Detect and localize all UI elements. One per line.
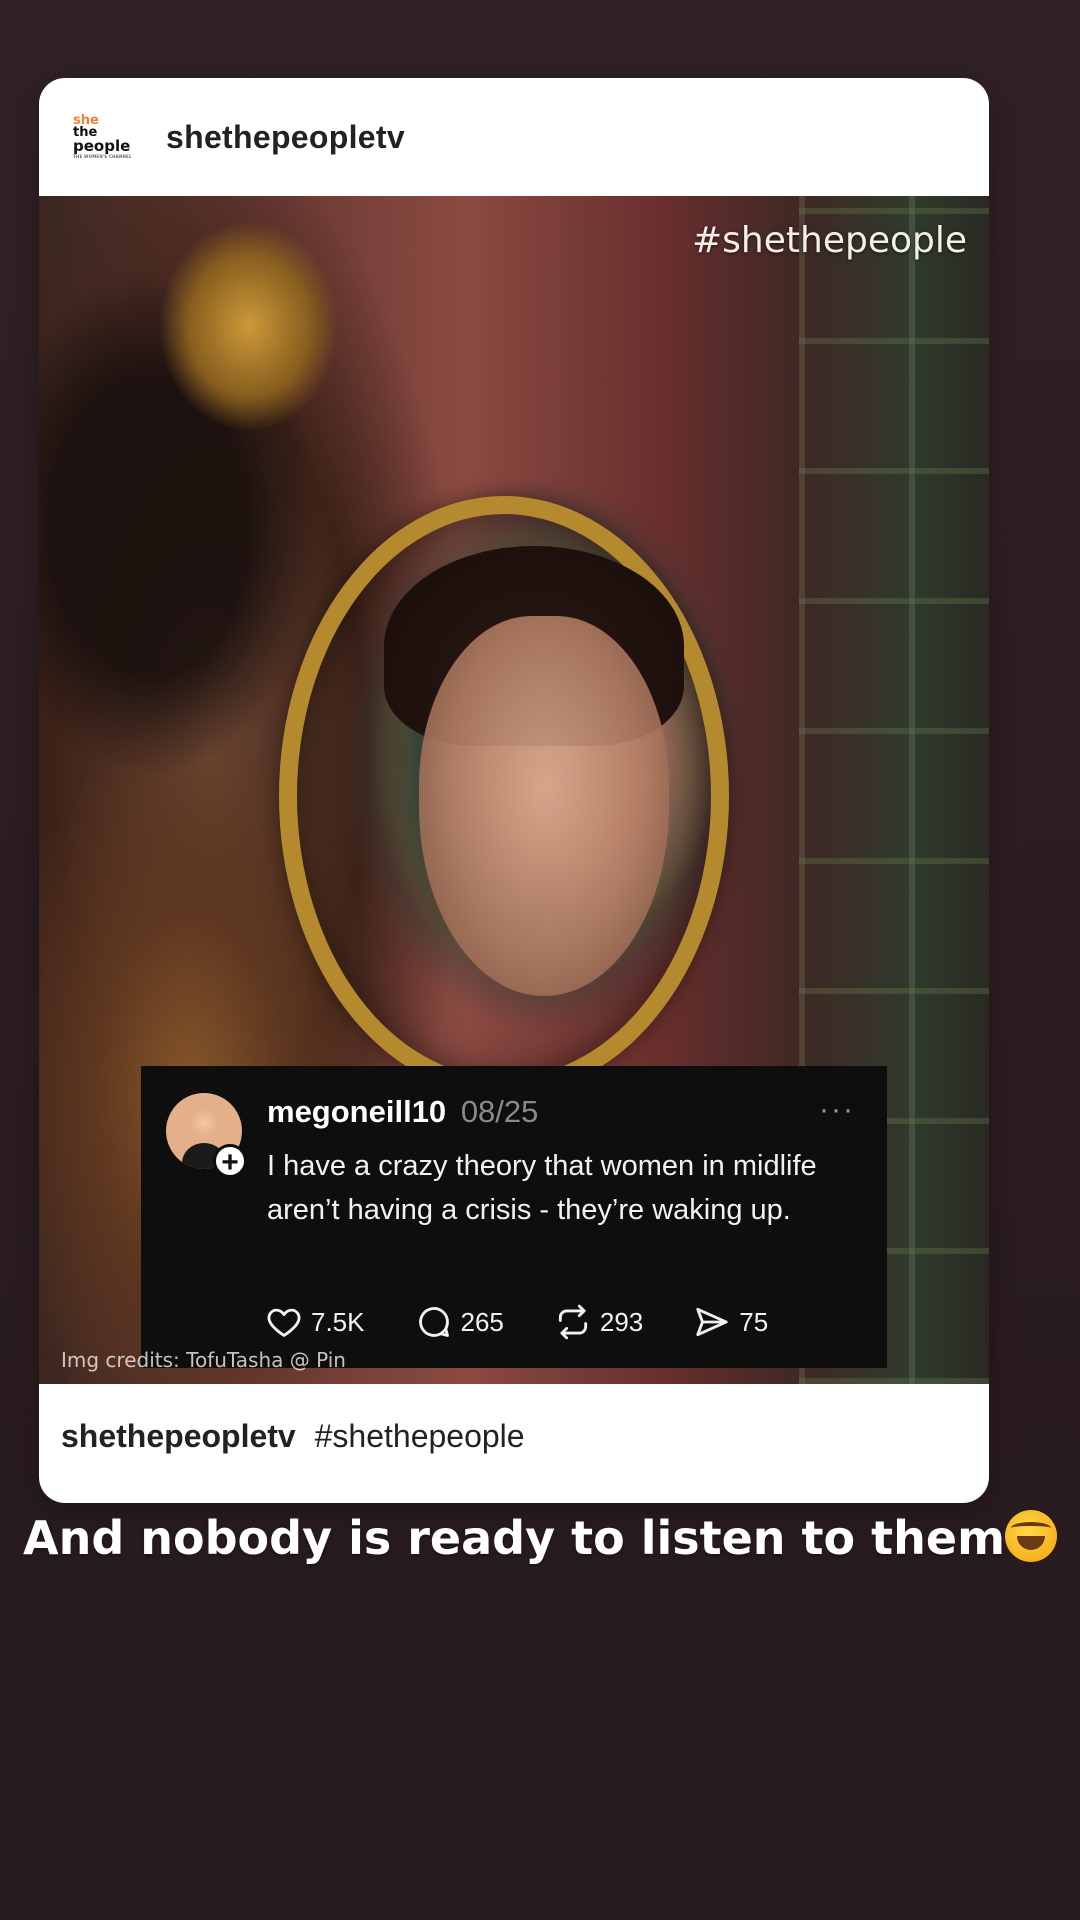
story-screen: she the people THE WOMEN'S CHANNEL sheth… <box>0 0 1080 1920</box>
image-hashtag: #shethepeople <box>692 220 967 261</box>
like-button[interactable]: 7.5K <box>265 1303 365 1341</box>
thread-date: 08/25 <box>460 1094 539 1129</box>
post-header: she the people THE WOMEN'S CHANNEL sheth… <box>39 78 989 196</box>
follow-plus-icon[interactable]: + <box>213 1144 247 1179</box>
post-author-handle[interactable]: shethepeopletv <box>166 119 405 156</box>
story-caption: And nobody is ready to listen to them <box>0 1508 1080 1568</box>
thread-username[interactable]: megoneill10 <box>267 1094 446 1129</box>
logo-line-people: people <box>73 137 131 156</box>
like-count: 7.5K <box>311 1306 365 1337</box>
repost-icon <box>558 1304 587 1340</box>
mirror-reflection-face <box>419 616 669 996</box>
heart-icon <box>267 1308 301 1337</box>
story-caption-text: And nobody is ready to listen to them <box>22 1511 1006 1565</box>
thread-text: I have a crazy theory that women in midl… <box>267 1150 817 1226</box>
repost-button[interactable]: 293 <box>554 1303 643 1341</box>
laughing-emoji-icon <box>1005 1510 1058 1562</box>
caption-handle[interactable]: shethepeopletv <box>61 1418 296 1454</box>
comment-bubble-icon <box>418 1307 449 1337</box>
comment-count: 265 <box>460 1306 504 1337</box>
share-count: 75 <box>739 1306 769 1337</box>
shared-post-card[interactable]: she the people THE WOMEN'S CHANNEL sheth… <box>39 78 989 1503</box>
thread-actions: 7.5K 265 293 75 <box>265 1303 818 1341</box>
send-icon <box>696 1307 728 1337</box>
repost-count: 293 <box>599 1306 644 1337</box>
post-caption: shethepeopletv #shethepeople <box>61 1418 525 1455</box>
embedded-thread-post: + megoneill10 08/25 ··· I have a crazy t… <box>141 1066 887 1368</box>
comment-button[interactable]: 265 <box>415 1303 504 1341</box>
share-button[interactable]: 75 <box>693 1303 768 1341</box>
more-options-icon[interactable]: ··· <box>819 1095 855 1125</box>
brand-logo[interactable]: she the people THE WOMEN'S CHANNEL <box>73 107 133 167</box>
image-credits: Img credits: TofuTasha @ Pin <box>61 1348 346 1372</box>
caption-hashtag[interactable]: #shethepeople <box>315 1418 525 1454</box>
logo-tagline: THE WOMEN'S CHANNEL <box>73 154 132 160</box>
post-image[interactable]: #shethepeople + megoneill10 08/25 ··· I … <box>39 196 989 1384</box>
thread-username-row: megoneill10 08/25 <box>267 1094 538 1130</box>
